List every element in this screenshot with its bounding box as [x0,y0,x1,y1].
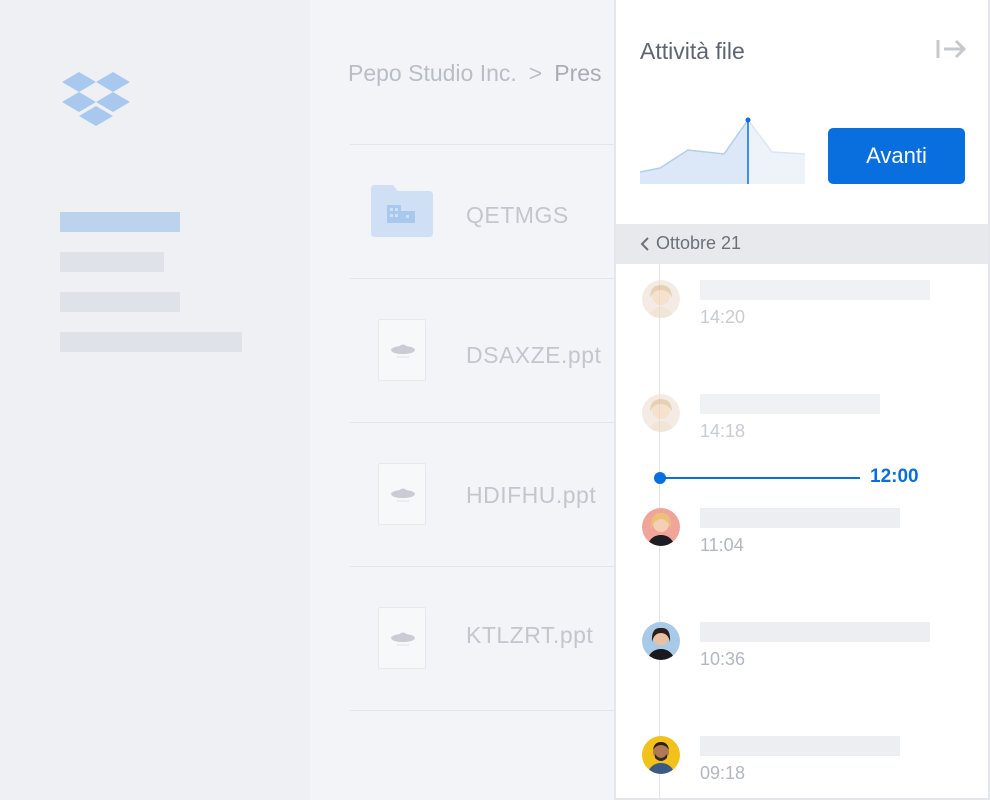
sidebar-nav-item-active[interactable] [60,212,180,232]
file-row[interactable]: KTLZRT.ppt [350,566,640,710]
ppt-file-icon [378,319,426,381]
chevron-left-icon[interactable] [640,236,650,252]
date-label: Ottobre 21 [656,233,742,253]
event-description-placeholder [700,622,930,642]
collapse-panel-icon[interactable] [936,38,968,60]
app-window: Pepo Studio Inc. > Pres QETMGS DSAXZE.ppt [0,0,990,800]
activity-event[interactable]: 09:18 [616,736,988,796]
activity-event[interactable]: 14:18 [616,394,988,454]
user-avatar-icon [642,736,680,774]
activity-event[interactable]: 10:36 [616,622,988,682]
breadcrumb: Pepo Studio Inc. > Pres [348,60,602,87]
event-description-placeholder [700,394,880,414]
event-description-placeholder [700,736,900,756]
dropbox-logo-icon[interactable] [62,72,130,130]
file-name[interactable]: KTLZRT.ppt [466,622,593,649]
file-row[interactable]: QETMGS [350,144,640,288]
activity-sparkline [640,117,805,184]
file-name[interactable]: QETMGS [466,202,569,229]
next-button[interactable]: Avanti [828,128,965,184]
panel-title: Attività file [640,38,745,64]
current-time-line [660,477,860,479]
file-row[interactable]: DSAXZE.ppt [350,278,640,422]
event-time: 11:04 [700,535,744,555]
event-time: 14:20 [700,307,746,327]
user-avatar-icon [642,622,680,660]
sidebar-nav-item[interactable] [60,292,180,312]
file-row[interactable]: HDIFHU.ppt [350,422,640,566]
file-name[interactable]: HDIFHU.ppt [466,482,596,509]
user-avatar-icon [642,394,680,432]
file-activity-panel: Attività file Avanti Ottobre 21 14:20 14… [614,0,990,800]
user-avatar-icon [642,280,680,318]
sidebar-nav-item[interactable] [60,332,242,352]
event-description-placeholder [700,508,900,528]
breadcrumb-separator: > [528,60,543,86]
ppt-file-icon [378,463,426,525]
sidebar [0,0,310,800]
sidebar-nav-item[interactable] [60,252,164,272]
current-time-marker: 12:00 [654,466,974,487]
user-avatar-icon [642,508,680,546]
event-description-placeholder [700,280,930,300]
row-divider [350,710,640,711]
event-time: 09:18 [700,763,746,783]
current-time-label: 12:00 [870,466,919,487]
date-header[interactable]: Ottobre 21 [616,224,988,264]
activity-event[interactable]: 11:04 [616,508,988,568]
ppt-file-icon [378,607,426,669]
file-name[interactable]: DSAXZE.ppt [466,342,601,369]
event-time: 10:36 [700,649,746,669]
breadcrumb-root[interactable]: Pepo Studio Inc. [348,60,517,86]
shared-folder-icon [371,185,433,237]
breadcrumb-current[interactable]: Pres [554,60,601,86]
event-time: 14:18 [700,421,746,441]
activity-event[interactable]: 14:20 [616,280,988,340]
